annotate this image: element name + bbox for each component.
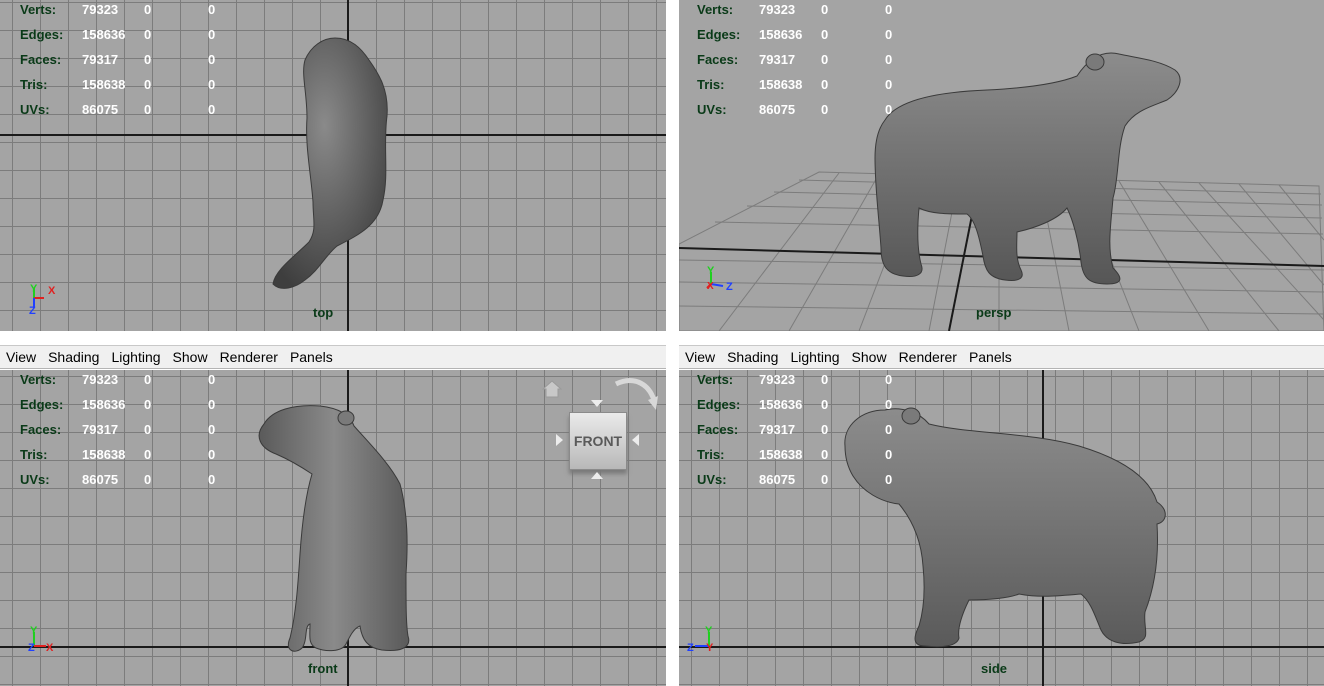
view-cube[interactable]: FRONT — [540, 374, 666, 484]
camera-label-top: top — [313, 305, 334, 320]
axis-label-z: Z — [726, 281, 733, 293]
arrow-up-icon[interactable] — [591, 400, 603, 408]
menu-panels[interactable]: Panels — [969, 349, 1012, 365]
axis-gizmo: Y X Z — [706, 265, 733, 293]
menu-show[interactable]: Show — [852, 349, 887, 365]
panel-divider-horizontal[interactable] — [0, 331, 1324, 345]
viewport-persp[interactable]: Verts: 79323 0 0 Edges: 158636 0 0 Faces: 79317… — [679, 0, 1324, 331]
menu-renderer[interactable]: Renderer — [220, 349, 278, 365]
viewport-side[interactable]: View Shading Lighting Show Renderer Pane… — [679, 345, 1324, 686]
axis-label-y: Y — [707, 265, 715, 277]
axis-label-x: X — [46, 642, 54, 654]
menu-lighting[interactable]: Lighting — [111, 349, 160, 365]
menu-lighting[interactable]: Lighting — [790, 349, 839, 365]
axis-label-x: X — [707, 281, 714, 292]
bear-model-top[interactable] — [265, 34, 405, 296]
arrow-down-icon[interactable] — [591, 472, 603, 480]
viewport-top[interactable]: Verts: 79323 0 0 Edges: 158636 0 0 Faces: 79317… — [0, 0, 666, 331]
axis-label-y: Y — [705, 625, 713, 637]
viewport-front[interactable]: View Shading Lighting Show Renderer Pane… — [0, 345, 666, 686]
axis-label-z: Z — [687, 642, 694, 654]
axis-label-y: Y — [30, 283, 38, 295]
bear-model-persp[interactable] — [867, 48, 1187, 288]
menu-renderer[interactable]: Renderer — [899, 349, 957, 365]
view-cube-label: FRONT — [573, 433, 623, 449]
camera-label-front: front — [308, 661, 338, 676]
menu-shading[interactable]: Shading — [48, 349, 99, 365]
camera-label-persp: persp — [976, 305, 1012, 320]
axis-label-y2: Y — [706, 642, 714, 654]
axis-gizmo: Y Z X — [28, 625, 54, 654]
menu-show[interactable]: Show — [173, 349, 208, 365]
axis-label-z: Z — [29, 305, 36, 317]
menu-panels[interactable]: Panels — [290, 349, 333, 365]
menu-view[interactable]: View — [685, 349, 715, 365]
axis-gizmo: Y X Z — [29, 283, 56, 317]
view-cube-face[interactable]: FRONT — [569, 412, 627, 470]
menu-view[interactable]: View — [6, 349, 36, 365]
axis-gizmo: Y Z Y — [687, 625, 714, 654]
viewport-menubar: View Shading Lighting Show Renderer Pane… — [679, 345, 1324, 369]
axis-label-z: Z — [28, 642, 35, 654]
arrow-left-icon[interactable] — [556, 434, 564, 446]
axis-label-x: X — [48, 285, 56, 297]
viewport-menubar: View Shading Lighting Show Renderer Pane… — [0, 345, 666, 369]
axis-label-y: Y — [30, 625, 38, 637]
bear-model-front[interactable] — [250, 404, 420, 654]
arrow-right-icon[interactable] — [632, 434, 640, 446]
menu-shading[interactable]: Shading — [727, 349, 778, 365]
camera-label-side: side — [981, 661, 1008, 676]
bear-model-side[interactable] — [839, 406, 1169, 654]
home-icon[interactable] — [542, 380, 562, 398]
